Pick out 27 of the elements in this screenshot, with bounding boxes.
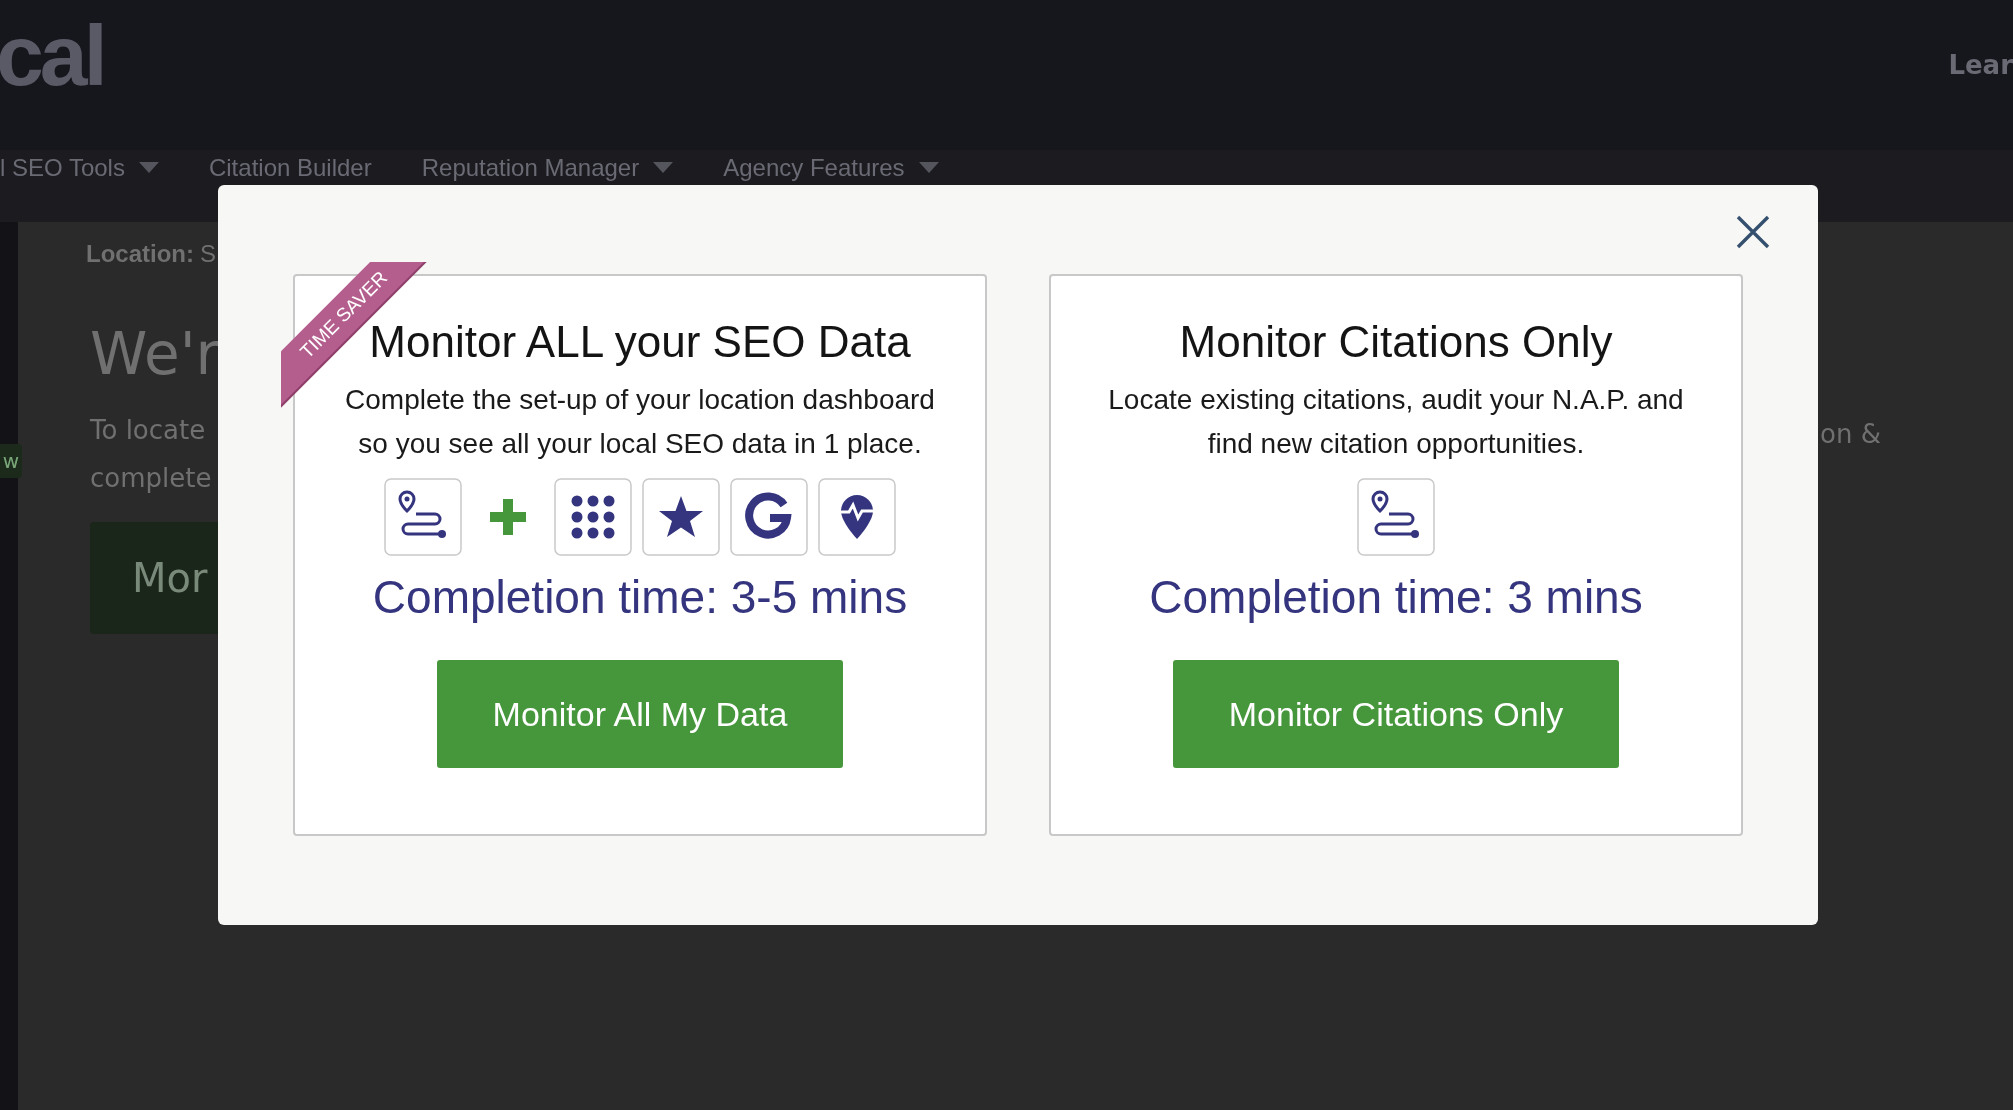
location-value: S xyxy=(200,240,216,268)
location-label: Location: xyxy=(86,240,194,268)
option-description: Locate existing citations, audit your N.A.P. and find new citation opportunities. xyxy=(1107,383,1685,461)
option-title: Monitor Citations Only xyxy=(1179,316,1613,368)
page-heading: We'r xyxy=(90,320,218,388)
g-icon xyxy=(730,478,808,556)
nav-link[interactable]: Lear xyxy=(1948,50,2013,80)
plus-icon xyxy=(490,499,526,535)
pin-pulse-icon xyxy=(818,478,896,556)
dot-grid-icon xyxy=(554,478,632,556)
close-icon[interactable] xyxy=(1736,215,1770,249)
route-icon xyxy=(384,478,462,556)
intro-text: complete xyxy=(90,462,213,495)
option-title: Monitor ALL your SEO Data xyxy=(369,317,911,368)
nav-item[interactable]: Citation Builder xyxy=(208,154,372,182)
monitor-button[interactable]: Monitor All My Data xyxy=(436,660,844,768)
intro-text: on & xyxy=(1820,418,1882,451)
monitor-button[interactable]: Monitor Citations Only xyxy=(1172,660,1620,768)
intro-text: To locate xyxy=(90,414,207,447)
option-description: Complete the set-up of your location dashboard so you see all your local SEO data in 1 place. xyxy=(344,383,936,461)
nav-item[interactable]: Agency Features xyxy=(723,154,939,182)
nav-item[interactable]: Reputation Manager xyxy=(421,154,674,182)
nav-item[interactable]: l SEO Tools xyxy=(0,154,159,182)
completion-time: Completion time: 3 mins xyxy=(1149,570,1643,624)
side-badge: w xyxy=(0,444,22,478)
route-icon xyxy=(1357,478,1435,556)
completion-time: Completion time: 3-5 mins xyxy=(372,570,908,624)
